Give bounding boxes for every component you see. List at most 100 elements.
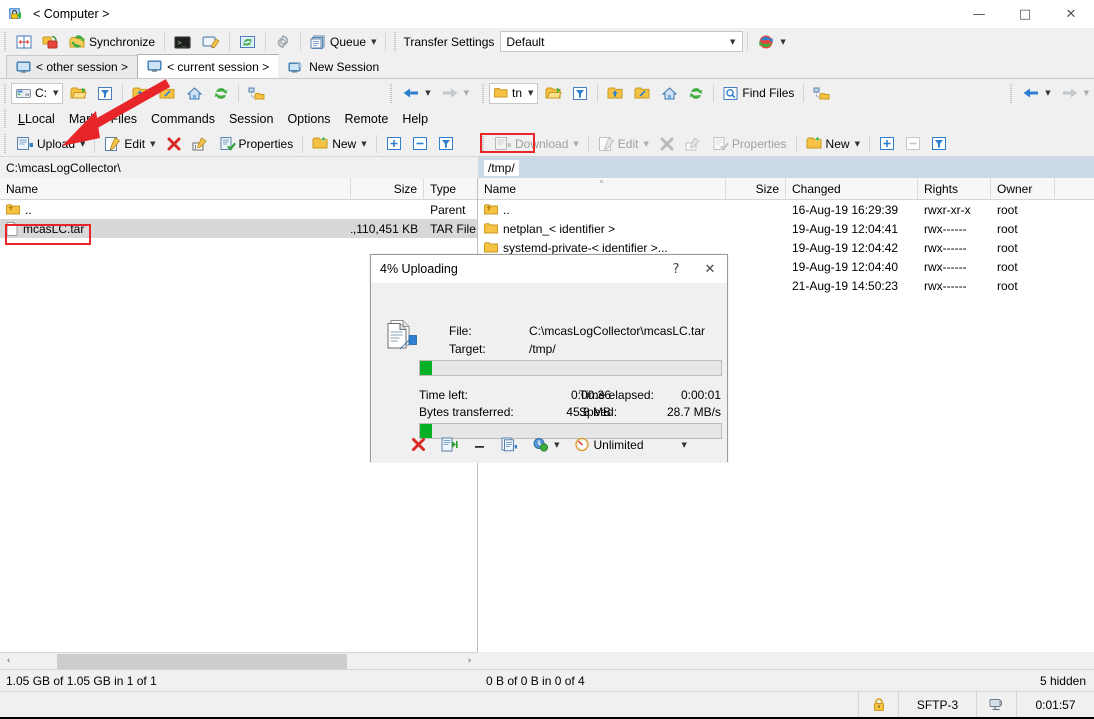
transfer-settings-preset-button[interactable]: ▼ xyxy=(752,30,790,53)
toolbar-grip[interactable] xyxy=(2,32,9,51)
table-row[interactable]: .. 16-Aug-19 16:29:39 rwxr-xr-x root xyxy=(478,200,1094,219)
toolbar-grip[interactable] xyxy=(392,32,399,51)
chevron-down-icon[interactable]: ▼ xyxy=(425,89,430,97)
tab-new-session[interactable]: New Session xyxy=(278,55,389,78)
remote-root-directory-button[interactable] xyxy=(629,82,656,105)
encryption-indicator[interactable] xyxy=(858,692,898,718)
synchronize-browsing-button[interactable] xyxy=(37,30,64,53)
remote-directory-tree-button[interactable] xyxy=(808,82,835,105)
local-forward-button[interactable]: ▼ xyxy=(436,82,474,105)
menu-files[interactable]: Files xyxy=(104,109,144,129)
scroll-right-arrow-icon[interactable]: › xyxy=(461,653,478,670)
open-session-in-putty-button[interactable] xyxy=(197,30,225,53)
column-header-name[interactable]: Name ^ xyxy=(478,178,726,200)
chevron-down-icon[interactable]: ▼ xyxy=(1045,89,1050,97)
local-drive-selector[interactable]: C: ▼ xyxy=(11,83,63,104)
local-root-directory-button[interactable] xyxy=(154,82,181,105)
split-view-button[interactable] xyxy=(11,30,37,53)
column-header-owner[interactable]: Owner xyxy=(991,178,1055,200)
toolbar-grip[interactable] xyxy=(1008,84,1015,103)
local-refresh-button[interactable] xyxy=(208,82,234,105)
protocol-indicator[interactable]: SFTP-3 xyxy=(898,692,976,718)
remote-unselect-button[interactable] xyxy=(900,132,926,155)
chevron-down-icon[interactable]: ▼ xyxy=(554,441,559,449)
toolbar-grip[interactable] xyxy=(2,109,9,128)
copy-queue-button[interactable] xyxy=(497,434,521,455)
chevron-down-icon[interactable]: ▼ xyxy=(855,140,860,148)
dialog-help-button[interactable]: ? xyxy=(659,255,693,283)
chevron-down-icon[interactable]: ▼ xyxy=(730,38,735,46)
dialog-close-button[interactable]: ✕ xyxy=(693,255,727,283)
local-directory-tree-button[interactable] xyxy=(243,82,270,105)
column-header-rights[interactable]: Rights xyxy=(918,178,991,200)
remote-new-button[interactable]: New ▼ xyxy=(801,132,865,155)
tab-other-session[interactable]: < other session > xyxy=(6,55,138,78)
chevron-down-icon[interactable]: ▼ xyxy=(464,89,469,97)
chevron-down-icon[interactable]: ▼ xyxy=(573,140,578,148)
remote-open-directory-button[interactable] xyxy=(540,82,567,105)
remote-home-directory-button[interactable] xyxy=(656,82,683,105)
chevron-down-icon[interactable]: ▼ xyxy=(150,140,155,148)
scrollbar-track[interactable] xyxy=(17,653,461,670)
local-back-button[interactable]: ▼ xyxy=(397,82,435,105)
download-button[interactable]: Download ▼ xyxy=(489,132,584,155)
remote-select-filter-button[interactable] xyxy=(926,132,952,155)
tab-current-session[interactable]: < current session > xyxy=(137,54,279,78)
preferences-button[interactable] xyxy=(270,30,296,53)
menu-options[interactable]: Options xyxy=(280,109,337,129)
remote-edit-button[interactable]: Edit ▼ xyxy=(593,132,654,155)
remote-back-button[interactable]: ▼ xyxy=(1017,82,1055,105)
local-parent-directory-button[interactable] xyxy=(127,82,154,105)
scrollbar-thumb[interactable] xyxy=(57,654,347,669)
keep-remote-directory-up-to-date-button[interactable] xyxy=(234,30,261,53)
local-filter-button[interactable] xyxy=(92,82,118,105)
local-select-filter-button[interactable] xyxy=(433,132,459,155)
local-delete-button[interactable] xyxy=(161,132,187,155)
local-unselect-button[interactable] xyxy=(407,132,433,155)
local-horizontal-scrollbar[interactable]: ‹ › xyxy=(0,652,478,669)
local-edit-button[interactable]: Edit ▼ xyxy=(99,132,160,155)
column-header-size[interactable]: Size xyxy=(351,178,424,200)
queue-button[interactable]: Queue ▼ xyxy=(305,30,381,53)
upload-button[interactable]: Upload ▼ xyxy=(11,132,90,155)
remote-filter-button[interactable] xyxy=(567,82,593,105)
menu-session[interactable]: Session xyxy=(222,109,280,129)
table-row[interactable]: mcasLC.tar 1,110,451 KB TAR File xyxy=(0,219,477,238)
transfer-settings-combo[interactable]: Default ▼ xyxy=(500,31,743,52)
chevron-down-icon[interactable]: ▼ xyxy=(1084,89,1089,97)
maximize-button[interactable]: □ xyxy=(1002,0,1048,28)
column-header-changed[interactable]: Changed xyxy=(786,178,918,200)
disconnect-on-done-button[interactable]: ▼ xyxy=(528,434,563,455)
local-new-button[interactable]: New ▼ xyxy=(307,132,371,155)
local-select-button[interactable] xyxy=(381,132,407,155)
remote-properties-button[interactable]: Properties xyxy=(707,132,792,155)
chevron-down-icon[interactable]: ▼ xyxy=(371,38,376,46)
menu-mark[interactable]: Mark xyxy=(62,109,104,129)
open-terminal-button[interactable]: >_ xyxy=(169,30,197,53)
menu-commands[interactable]: Commands xyxy=(144,109,222,129)
local-open-directory-button[interactable] xyxy=(65,82,92,105)
remote-bookmark-selector[interactable]: tn ▼ xyxy=(489,83,538,104)
chevron-down-icon[interactable]: ▼ xyxy=(53,89,58,97)
local-home-directory-button[interactable] xyxy=(181,82,208,105)
column-header-size[interactable]: Size xyxy=(726,178,786,200)
chevron-down-icon[interactable]: ▼ xyxy=(780,38,785,46)
chevron-down-icon[interactable]: ▼ xyxy=(80,140,85,148)
speed-limit-dropdown[interactable]: ▼ xyxy=(676,438,691,452)
move-to-queue-button[interactable] xyxy=(437,434,462,455)
network-indicator[interactable] xyxy=(976,692,1016,718)
toolbar-grip[interactable] xyxy=(480,84,487,103)
remote-parent-directory-button[interactable] xyxy=(602,82,629,105)
chevron-down-icon[interactable]: ▼ xyxy=(528,89,533,97)
cancel-transfer-button[interactable] xyxy=(407,434,430,455)
column-header-type[interactable]: Type xyxy=(424,178,477,200)
remote-select-button[interactable] xyxy=(874,132,900,155)
minimize-button[interactable]: — xyxy=(956,0,1002,28)
menu-remote[interactable]: Remote xyxy=(338,109,396,129)
minimize-dialog-button[interactable] xyxy=(469,434,490,455)
toolbar-grip[interactable] xyxy=(388,84,395,103)
menu-help[interactable]: Help xyxy=(395,109,435,129)
chevron-down-icon[interactable]: ▼ xyxy=(643,140,648,148)
remote-rename-button[interactable] xyxy=(680,132,707,155)
table-row[interactable]: netplan_< identifier > 19-Aug-19 12:04:4… xyxy=(478,219,1094,238)
